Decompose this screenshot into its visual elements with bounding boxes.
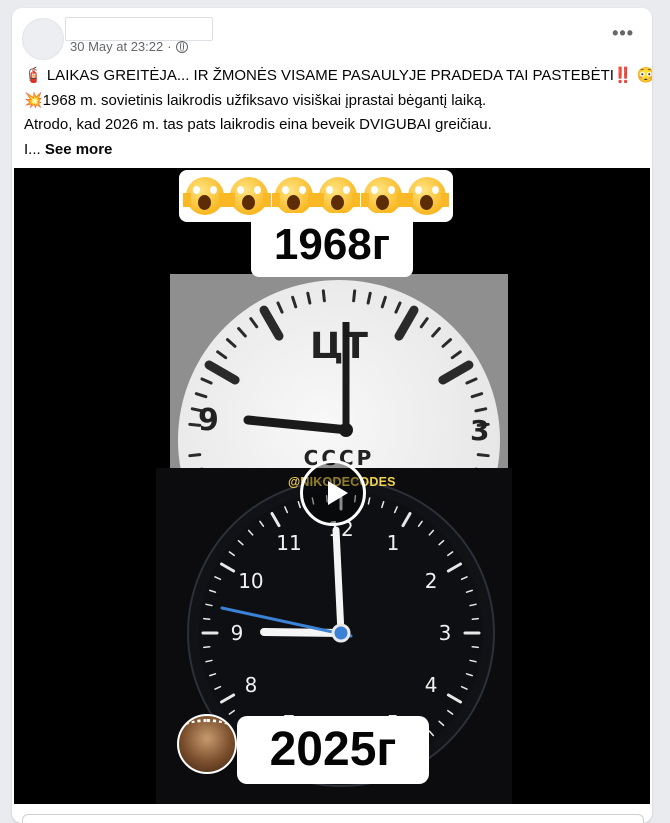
- ussr-minute-tick: [465, 377, 478, 385]
- author-avatar[interactable]: [22, 18, 64, 60]
- ussr-minute-tick: [188, 453, 202, 458]
- comment-box-edge: [22, 814, 644, 823]
- ussr-hour-tick: [259, 305, 284, 341]
- ussr-minute-tick: [419, 317, 429, 329]
- truncated-prefix: I...: [24, 140, 41, 158]
- ussr-minute-tick: [249, 317, 259, 329]
- modern-clock-numeral: 11: [276, 531, 301, 555]
- modern-clock-numeral: 3: [439, 621, 452, 645]
- ussr-hour-hand: [243, 415, 353, 435]
- see-more-link[interactable]: See more: [45, 141, 113, 158]
- scream-emoji-icon: [360, 177, 405, 215]
- ussr-minute-tick: [366, 291, 372, 305]
- modern-clock-numeral: 1: [387, 531, 400, 555]
- scream-emoji-icon: [182, 177, 227, 215]
- ussr-minute-tick: [450, 350, 462, 360]
- post-meta: 30 May at 23:22 ·: [70, 39, 188, 54]
- ussr-minute-tick: [431, 327, 441, 338]
- ussr-minute-tick: [476, 453, 490, 458]
- post-text: 🧯 LAIKAS GREITĖJA... IR ŽMONĖS VISAME PA…: [24, 64, 652, 163]
- ussr-minute-tick: [200, 377, 213, 385]
- ussr-clock-letters: ЦТ: [310, 326, 368, 367]
- ussr-minute-tick: [352, 289, 357, 303]
- ussr-minute-tick: [194, 392, 208, 399]
- ussr-minute-tick: [380, 295, 387, 309]
- post-line: 💥1968 m. sovietinis laikrodis užfiksavo …: [24, 91, 487, 109]
- modern-clock-numeral: 2: [425, 569, 438, 593]
- post-timestamp[interactable]: 30 May at 23:22: [70, 39, 163, 54]
- ussr-numeral-9: 9: [198, 403, 219, 438]
- author-name-redacted: [65, 17, 213, 41]
- ussr-minute-tick: [276, 301, 284, 314]
- play-icon[interactable]: [300, 460, 366, 526]
- ussr-minute-tick: [394, 301, 402, 314]
- modern-clock-numeral: 8: [245, 673, 258, 697]
- modern-minute-tick: [203, 646, 211, 649]
- modern-minute-tick: [471, 617, 479, 620]
- modern-minute-tick: [471, 646, 479, 649]
- ussr-minute-tick: [321, 289, 326, 303]
- ussr-minute-tick: [470, 392, 484, 399]
- ussr-minute-tick: [474, 407, 488, 413]
- modern-clock-numeral: 4: [425, 673, 438, 697]
- modern-minute-hand: [332, 526, 345, 637]
- scream-emoji-icon: [271, 177, 316, 215]
- globe-icon: [175, 40, 188, 53]
- ussr-clock-pivot: [339, 423, 353, 437]
- post-line: Atrodo, kad 2026 m. tas pats laikrodis e…: [24, 116, 492, 133]
- ussr-hour-tick: [204, 360, 240, 385]
- post-card: 30 May at 23:22 · ••• 🧯 LAIKAS GREITĖJA.…: [12, 8, 652, 823]
- top-year-label: 1968г: [251, 213, 413, 277]
- scream-emoji-icon: [405, 177, 450, 215]
- ussr-minute-tick: [306, 291, 312, 305]
- modern-clock-numeral: 10: [238, 569, 263, 593]
- post-line-truncated: I... See more: [24, 138, 634, 163]
- meta-separator: ·: [167, 39, 172, 54]
- ussr-minute-tick: [237, 327, 247, 338]
- ussr-hour-tick: [394, 305, 419, 341]
- scream-emoji-icon: [227, 177, 272, 215]
- ussr-clock: ЦТ СССР 9 3: [178, 280, 500, 470]
- modern-minute-tick: [203, 617, 211, 620]
- ussr-clock-markings: ЦТ СССР 9 3: [188, 289, 490, 470]
- video-player[interactable]: ЦТ СССР 9 3 121234567891011: [14, 168, 650, 804]
- more-options-button[interactable]: •••: [612, 24, 634, 42]
- ussr-minute-tick: [441, 338, 452, 348]
- post-line: 🧯 LAIKAS GREITĖJA... IR ŽMONĖS VISAME PA…: [24, 67, 652, 84]
- ussr-numeral-3: 3: [470, 414, 489, 447]
- ussr-hour-tick: [438, 360, 474, 385]
- ussr-minute-tick: [291, 295, 298, 309]
- ussr-minute-tick: [216, 350, 228, 360]
- ussr-minute-tick: [226, 338, 237, 348]
- scream-emoji-icon: [316, 177, 361, 215]
- creator-avatar: [177, 714, 237, 774]
- bottom-year-label: 2025г: [237, 716, 429, 784]
- modern-clock-pivot: [331, 623, 351, 643]
- modern-clock-numeral: 9: [231, 621, 244, 645]
